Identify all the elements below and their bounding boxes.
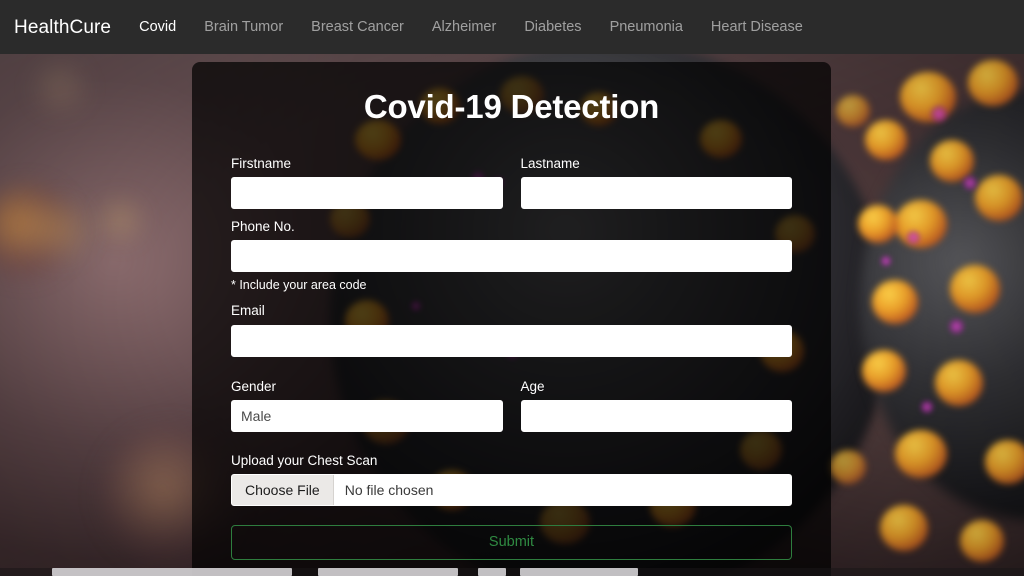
nav-item: Pneumonia — [596, 18, 697, 36]
firstname-input[interactable] — [231, 177, 503, 210]
navbar-brand[interactable]: HealthCure — [8, 18, 125, 37]
nav-item: Breast Cancer — [297, 18, 418, 36]
gender-select[interactable]: MaleFemaleOther — [231, 399, 503, 432]
choose-file-button[interactable]: Choose File — [232, 474, 334, 505]
file-status-text: No file chosen — [344, 481, 434, 498]
phone-input[interactable] — [231, 240, 792, 273]
age-group: Age — [520, 378, 792, 432]
covid-detection-card: Covid-19 Detection Firstname Lastname Ph… — [192, 62, 831, 576]
lastname-label: Lastname — [520, 156, 580, 171]
lastname-group: Lastname — [520, 156, 792, 210]
upload-label: Upload your Chest Scan — [231, 452, 378, 468]
taskbar-chip — [520, 568, 638, 576]
nav-link-breast-cancer[interactable]: Breast Cancer — [297, 13, 418, 41]
nav-item: Brain Tumor — [190, 18, 297, 36]
firstname-group: Firstname — [231, 156, 503, 210]
os-taskbar-strip — [0, 568, 1024, 576]
gender-age-row: Gender MaleFemaleOther Age — [231, 379, 792, 442]
file-input[interactable]: Choose File No file chosen — [231, 473, 792, 506]
nav-item: Diabetes — [510, 18, 595, 36]
submit-button[interactable]: Submit — [231, 524, 792, 560]
age-label: Age — [520, 378, 545, 394]
nav-link-alzheimer[interactable]: Alzheimer — [418, 13, 510, 41]
nav-item: Alzheimer — [418, 18, 510, 36]
nav-item: Covid — [125, 18, 190, 36]
gender-group: Gender MaleFemaleOther — [231, 379, 503, 432]
nav-link-heart-disease[interactable]: Heart Disease — [697, 13, 817, 41]
submit-row: Submit — [231, 524, 792, 560]
taskbar-chip — [318, 568, 458, 576]
phone-group: Phone No. * Include your area code — [231, 219, 792, 293]
nav-link-diabetes[interactable]: Diabetes — [510, 13, 595, 41]
nav-item: Heart Disease — [697, 18, 817, 36]
phone-hint: * Include your area code — [231, 278, 367, 293]
nav-link-pneumonia[interactable]: Pneumonia — [596, 13, 697, 41]
email-label: Email — [231, 303, 265, 319]
name-row: Firstname Lastname — [231, 156, 792, 219]
covid-detection-form: Firstname Lastname Phone No. * Include y… — [192, 156, 831, 560]
upload-group: Upload your Chest Scan Choose File No fi… — [231, 453, 792, 506]
email-input[interactable] — [231, 324, 792, 357]
lastname-input[interactable] — [520, 177, 792, 210]
main-navbar: HealthCure Covid Brain Tumor Breast Canc… — [0, 0, 1024, 54]
nav-link-brain-tumor[interactable]: Brain Tumor — [190, 13, 297, 41]
taskbar-chip — [52, 568, 292, 576]
navbar-links: Covid Brain Tumor Breast Cancer Alzheime… — [125, 18, 817, 36]
taskbar-chip — [478, 568, 506, 576]
email-group: Email — [231, 303, 792, 357]
page-title: Covid-19 Detection — [363, 88, 660, 125]
page-root: HealthCure Covid Brain Tumor Breast Canc… — [0, 0, 1024, 576]
nav-link-covid[interactable]: Covid — [125, 13, 190, 41]
firstname-label: Firstname — [231, 156, 292, 171]
age-input[interactable] — [520, 399, 792, 432]
phone-label: Phone No. — [231, 219, 295, 235]
gender-label: Gender — [231, 378, 277, 394]
